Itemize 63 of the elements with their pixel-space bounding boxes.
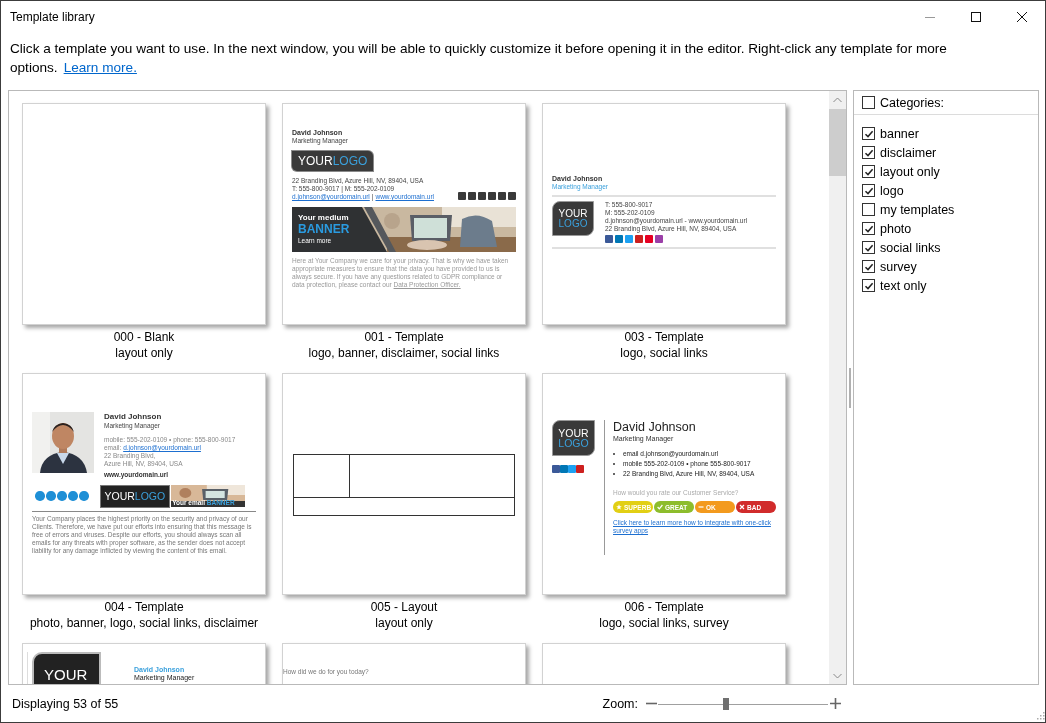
resize-grip-icon[interactable]	[1037, 712, 1045, 720]
category-label: layout only	[880, 164, 940, 179]
logo-text: YOURLOGO	[292, 151, 374, 171]
template-tags: logo, social links, survey	[599, 615, 729, 631]
person-name: David Johnson	[613, 420, 697, 434]
category-label: my templates	[880, 202, 955, 217]
maximize-icon	[971, 11, 981, 22]
description-text: Click a template you want to use. In the next window, you will be able to quickly customize it before opening it in the editor. Right-click any template for more options. Learn more.	[10, 40, 948, 77]
scrollbar[interactable]	[829, 91, 846, 684]
template-name: 005 - Layout	[370, 599, 438, 615]
category-label: banner	[880, 126, 919, 141]
banner-headline: Your medium	[298, 213, 350, 223]
template-count: Displaying 53 of 55	[12, 696, 120, 711]
logo-text: YOUR LOGO	[552, 420, 595, 456]
check-icon	[657, 504, 663, 510]
category-label: social links	[880, 240, 941, 255]
template-thumbnail[interactable]	[542, 373, 786, 595]
category-label: logo	[880, 183, 904, 198]
category-label: disclaimer	[880, 145, 937, 160]
scroll-thumb[interactable]	[829, 109, 846, 176]
checkbox[interactable]	[862, 127, 875, 140]
template-thumbnail[interactable]	[282, 373, 526, 595]
checkbox[interactable]	[862, 241, 875, 254]
zoom-slider-thumb[interactable]	[723, 697, 729, 710]
zoom-label: Zoom:	[602, 696, 638, 711]
splitter-handle[interactable]	[849, 367, 851, 408]
template-name: 004 - Template	[103, 599, 185, 615]
category-label: survey	[880, 259, 917, 274]
person-name: David Johnson	[104, 412, 163, 422]
window-title: Template library	[10, 9, 96, 24]
template-name: 006 - Template	[623, 599, 705, 615]
template-tags: logo, social links	[620, 345, 708, 361]
template-tags: photo, banner, logo, social links, disclaimer	[29, 615, 259, 631]
learn-more-link[interactable]: Learn more.	[63, 60, 137, 75]
template-thumbnail[interactable]	[22, 373, 266, 595]
template-thumbnail[interactable]	[282, 103, 526, 325]
close-icon	[1017, 11, 1027, 22]
logo-text: YOUR LOGO	[552, 201, 594, 236]
x-icon	[739, 504, 745, 510]
logo-text: YOUR	[32, 652, 101, 684]
checkbox[interactable]	[862, 203, 875, 216]
banner-title: BANNER	[298, 223, 350, 236]
template-thumbnail[interactable]	[22, 103, 266, 325]
checkbox[interactable]	[862, 279, 875, 292]
star-icon	[616, 504, 622, 510]
template-name: 001 - Template	[363, 329, 445, 345]
category-label: photo	[880, 221, 912, 236]
checkbox[interactable]	[862, 184, 875, 197]
template-name: 003 - Template	[623, 329, 705, 345]
checkbox[interactable]	[862, 96, 875, 109]
categories-label: Categories:	[880, 95, 944, 110]
zoom-in-icon[interactable]	[829, 697, 841, 710]
template-name: 000 - Blank	[113, 329, 175, 345]
checkbox[interactable]	[862, 222, 875, 235]
checkbox[interactable]	[862, 260, 875, 273]
category-label: text only	[880, 278, 927, 293]
checkbox[interactable]	[862, 146, 875, 159]
dash-icon	[698, 504, 704, 510]
checkbox[interactable]	[862, 165, 875, 178]
logo-text: YOURLOGO	[100, 485, 170, 507]
template-tags: layout only	[113, 345, 175, 361]
template-tags: layout only	[370, 615, 438, 631]
template-tags: logo, banner, disclaimer, social links	[308, 345, 500, 361]
